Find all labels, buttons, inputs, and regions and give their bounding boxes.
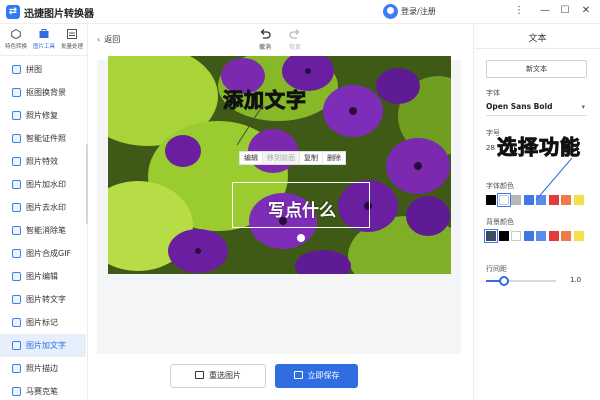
- arrow-line: [236, 104, 264, 146]
- annotation-arrows: [236, 104, 573, 201]
- arrow-line: [535, 157, 573, 201]
- app-window: ⇄ 迅捷图片转换器 登录/注册 ⋮ — ☐ ✕ 特色转换 图片工具 批量处理 拼…: [0, 0, 600, 400]
